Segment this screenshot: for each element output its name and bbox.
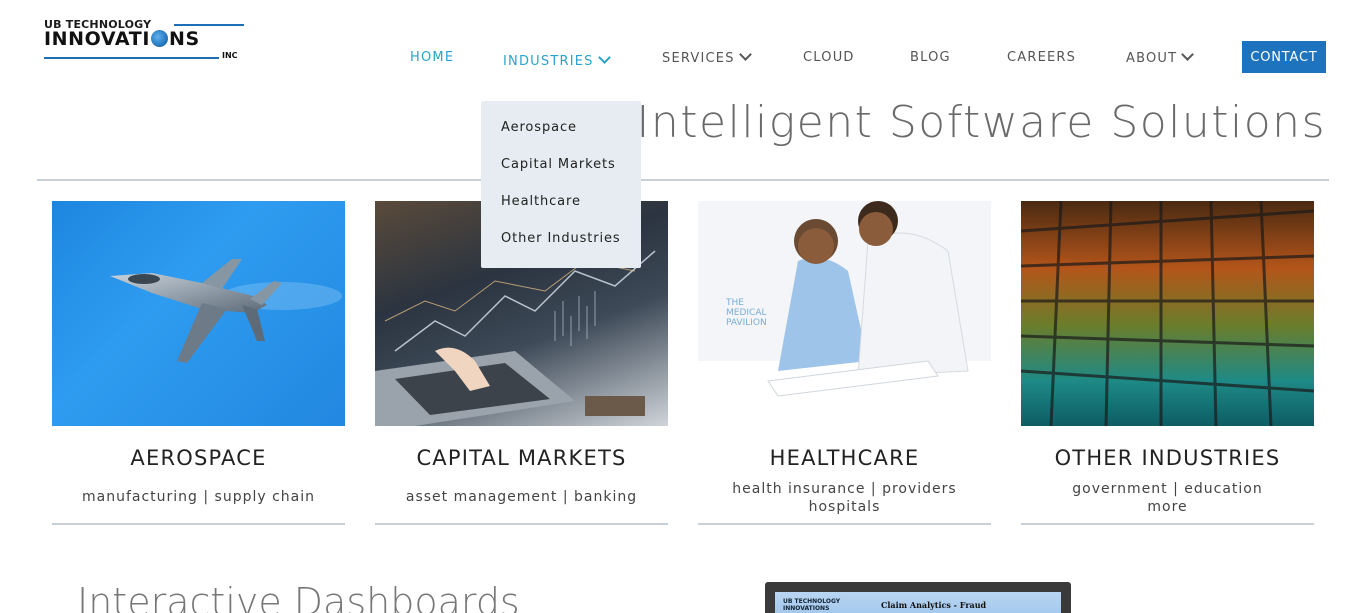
screen-logo-line1: UB TECHNOLOGY bbox=[783, 598, 841, 605]
nav-cloud[interactable]: CLOUD bbox=[803, 50, 855, 65]
chevron-down-icon bbox=[597, 51, 611, 64]
dropdown-item-healthcare[interactable]: Healthcare bbox=[481, 194, 641, 231]
doctors-illustration: THE MEDICAL PAVILION bbox=[698, 201, 991, 426]
screen-logo-line2: INNOVATIONS bbox=[783, 605, 830, 612]
hero-title: Intelligent Software Solutions bbox=[636, 97, 1326, 148]
nav-about-label: ABOUT bbox=[1126, 51, 1178, 66]
nav-blog[interactable]: BLOG bbox=[910, 50, 951, 65]
monitor-screen: UB TECHNOLOGY INNOVATIONS Claim Analytic… bbox=[775, 592, 1061, 613]
card-subtitle: manufacturing | supply chain bbox=[52, 488, 345, 506]
logo-main-before: INNOVATI bbox=[44, 28, 150, 50]
chevron-down-icon bbox=[738, 48, 752, 61]
industry-card-healthcare[interactable]: THE MEDICAL PAVILION HEALTHCARE health i… bbox=[698, 201, 991, 525]
screen-logo: UB TECHNOLOGY INNOVATIONS bbox=[783, 598, 840, 612]
card-title: CAPITAL MARKETS bbox=[416, 446, 627, 470]
logo-main-after: NS bbox=[169, 28, 200, 50]
dropdown-item-capital-markets[interactable]: Capital Markets bbox=[481, 157, 641, 194]
dropdown-item-aerospace[interactable]: Aerospace bbox=[481, 120, 641, 157]
card-subtitle: government | education more bbox=[1021, 480, 1314, 516]
card-subtitle: asset management | banking bbox=[375, 488, 668, 506]
nav-cloud-label: CLOUD bbox=[803, 50, 855, 65]
card-title: OTHER INDUSTRIES bbox=[1054, 446, 1281, 470]
dropdown-item-other-industries[interactable]: Other Industries bbox=[481, 231, 641, 268]
card-divider bbox=[52, 523, 345, 525]
card-subtitle-line1: asset management | banking bbox=[405, 489, 638, 505]
nav-blog-label: BLOG bbox=[910, 50, 951, 65]
nav-services[interactable]: SERVICES bbox=[662, 48, 752, 66]
sign-line3: PAVILION bbox=[726, 318, 767, 328]
nav-home[interactable]: HOME bbox=[410, 50, 454, 65]
dashboards-heading: Interactive Dashboards bbox=[77, 580, 520, 613]
card-subtitle: health insurance | providers hospitals bbox=[698, 480, 991, 516]
logo-inc: INC bbox=[222, 51, 238, 60]
card-subtitle-line2: more bbox=[1147, 499, 1188, 515]
industry-card-aerospace[interactable]: AEROSPACE manufacturing | supply chain bbox=[52, 201, 345, 525]
industry-card-other-industries[interactable]: OTHER INDUSTRIES government | education … bbox=[1021, 201, 1314, 525]
card-subtitle-line1: health insurance | providers bbox=[732, 481, 957, 497]
logo-top-line bbox=[174, 24, 244, 26]
nav-about[interactable]: ABOUT bbox=[1126, 48, 1195, 66]
card-subtitle-line2: hospitals bbox=[808, 499, 881, 515]
other-industries-image[interactable] bbox=[1021, 201, 1314, 426]
company-logo[interactable]: UB TECHNOLOGY INNOVATI NS INC bbox=[44, 17, 244, 61]
card-divider bbox=[375, 523, 668, 525]
fighter-jet-icon bbox=[110, 259, 342, 363]
video-wall-icon bbox=[1021, 201, 1314, 426]
card-subtitle-line1: manufacturing | supply chain bbox=[81, 489, 316, 505]
industries-dropdown-menu: Aerospace Capital Markets Healthcare Oth… bbox=[481, 101, 641, 268]
nav-industries-label: INDUSTRIES bbox=[503, 54, 594, 69]
hero-divider bbox=[37, 179, 1329, 181]
globe-icon bbox=[151, 30, 168, 47]
card-divider bbox=[698, 523, 991, 525]
sign-line2: MEDICAL bbox=[726, 308, 767, 318]
nav-careers-label: CAREERS bbox=[1007, 50, 1077, 65]
nav-home-label: HOME bbox=[410, 50, 455, 65]
card-subtitle-line1: government | education bbox=[1072, 481, 1263, 497]
healthcare-image[interactable]: THE MEDICAL PAVILION bbox=[698, 201, 991, 426]
nav-industries[interactable]: INDUSTRIES bbox=[503, 51, 611, 69]
screen-title: Claim Analytics - Fraud bbox=[881, 600, 987, 610]
aerospace-image[interactable] bbox=[52, 201, 345, 426]
nav-services-label: SERVICES bbox=[662, 51, 735, 66]
nav-careers[interactable]: CAREERS bbox=[1007, 50, 1076, 65]
logo-main-text: INNOVATI NS bbox=[44, 28, 200, 50]
card-divider bbox=[1021, 523, 1314, 525]
card-title: AEROSPACE bbox=[130, 446, 267, 470]
logo-bottom-line bbox=[44, 57, 219, 59]
contact-button[interactable]: CONTACT bbox=[1242, 41, 1326, 73]
sign-line1: THE bbox=[725, 298, 744, 308]
dashboard-monitor-image: UB TECHNOLOGY INNOVATIONS Claim Analytic… bbox=[765, 582, 1071, 613]
card-title: HEALTHCARE bbox=[769, 446, 920, 470]
chevron-down-icon bbox=[1181, 48, 1195, 61]
